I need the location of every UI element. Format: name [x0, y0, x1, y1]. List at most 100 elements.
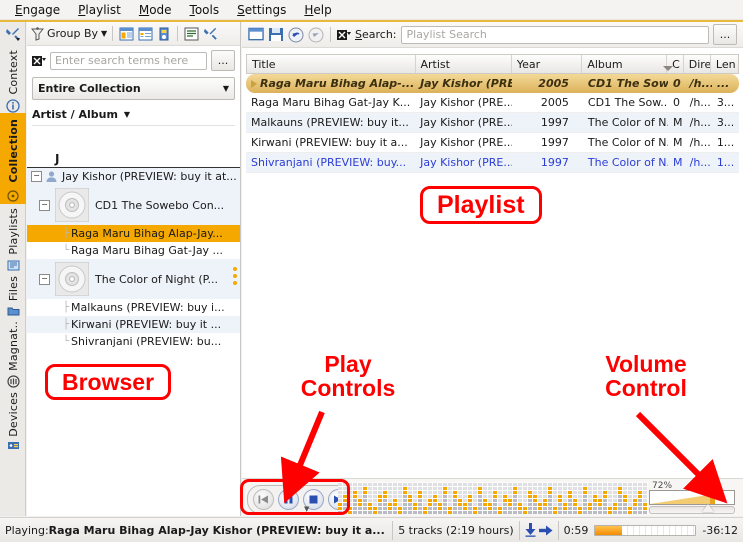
menu-playlist[interactable]: Playlist	[69, 1, 130, 19]
cell-year: 1997	[540, 116, 569, 129]
playlists-icon-wrap	[0, 259, 26, 272]
tree-track-label: Shivranjani (PREVIEW: bu...	[71, 335, 222, 348]
clear-search-icon[interactable]	[32, 54, 46, 68]
tree-item-track[interactable]: └ Shivranjani (PREVIEW: bu...	[27, 333, 240, 350]
view-single-icon[interactable]	[156, 26, 172, 42]
annotation-browser: Browser	[45, 364, 172, 401]
sidebar-item-context[interactable]: Context	[0, 46, 26, 99]
volume-slider-handle[interactable]	[702, 504, 714, 512]
view-list-icon[interactable]	[118, 26, 134, 42]
menu-engage[interactable]: Engage	[6, 1, 69, 19]
save-playlist-icon[interactable]	[268, 27, 284, 43]
menu-help[interactable]: Help	[295, 1, 340, 19]
collection-tree[interactable]: J − Jay Kishor (PREVIEW: buy it at... − …	[27, 150, 240, 365]
column-header-artist[interactable]: Artist	[416, 55, 512, 73]
analyzer-bar	[513, 483, 517, 514]
menu-mode[interactable]: Mode	[130, 1, 181, 19]
now-playing-track: Raga Maru Bihag Alap-Jay Kishor (PREVIEW…	[48, 523, 385, 537]
table-row[interactable]: Raga Maru Bihag Alap-... Jay Kishor (PRE…	[246, 74, 739, 93]
cell-length: 3...	[716, 96, 735, 109]
sidebar-item-magnatune[interactable]: Magnat..	[0, 317, 26, 375]
toolbar-separator	[330, 27, 331, 42]
album-actions-dots[interactable]	[233, 267, 237, 285]
tree-album-label: CD1 The Sowebo Con...	[95, 198, 225, 212]
analyzer-bar	[423, 483, 427, 514]
expand-toggle-icon[interactable]: −	[39, 273, 50, 285]
table-row[interactable]: Malkauns (PREVIEW: buy it... Jay Kishor …	[246, 113, 739, 133]
progress-bar[interactable]	[594, 524, 697, 536]
table-row[interactable]: Shivranjani (PREVIEW: buy... Jay Kishor …	[246, 153, 739, 173]
menu-settings[interactable]: Settings	[228, 1, 295, 19]
view-details-icon[interactable]	[137, 26, 153, 42]
sidebar-item-label: Context	[6, 50, 20, 95]
volume-slider[interactable]	[649, 504, 735, 514]
sidebar-item-devices[interactable]: Devices	[0, 388, 26, 441]
column-header-year[interactable]: Year	[512, 55, 583, 73]
cell-length: 1...	[716, 156, 735, 169]
playlists-icon	[7, 260, 19, 271]
table-row[interactable]: Kirwani (PREVIEW: buy it a... Jay Kishor…	[246, 133, 739, 153]
context-info-icon-wrap	[0, 98, 26, 113]
queue-arrows[interactable]	[520, 520, 559, 540]
forward-arrow-icon[interactable]	[538, 525, 553, 536]
tree-item-track[interactable]: ├ Malkauns (PREVIEW: buy i...	[27, 299, 240, 316]
sidebar-item-collection[interactable]: Collection	[0, 112, 26, 189]
tree-item-track[interactable]: └ Raga Maru Bihag Gat-Jay ...	[27, 242, 240, 259]
tree-item-artist[interactable]: − Jay Kishor (PREVIEW: buy it at...	[27, 168, 240, 185]
download-arrow-icon[interactable]	[525, 523, 536, 537]
undo-icon[interactable]	[288, 27, 304, 43]
track-count-status: 5 tracks (2:19 hours)	[393, 520, 520, 540]
table-row[interactable]: Raga Maru Bihag Gat-Jay K... Jay Kishor …	[246, 93, 739, 113]
cell-title: Shivranjani (PREVIEW: buy...	[251, 156, 407, 169]
analyzer-bar	[458, 483, 462, 514]
cell-artist: Jay Kishor (PRE...	[420, 96, 512, 109]
analyzer-bar	[398, 483, 402, 514]
analyzer-bar	[358, 483, 362, 514]
search-options-button[interactable]: ...	[211, 50, 235, 71]
view-compact-icon[interactable]	[183, 26, 199, 42]
tree-track-label: Raga Maru Bihag Alap-Jay...	[71, 227, 223, 240]
tools-icon[interactable]	[202, 26, 218, 42]
playlist-header-row: Title Artist Year Album C Dire Len	[246, 54, 739, 74]
clear-search-icon[interactable]	[337, 28, 351, 42]
sort-selector[interactable]: Artist / Album ▼	[32, 105, 235, 126]
cell-album: CD1 The Sow...	[587, 77, 669, 90]
column-header-album[interactable]: Album	[582, 55, 668, 73]
annotation-play-controls-line1: Play	[324, 351, 372, 377]
audio-analyzer	[338, 482, 648, 514]
playlist-table: Title Artist Year Album C Dire Len Raga …	[246, 54, 739, 173]
funnel-icon	[31, 26, 44, 41]
playlist-search-options-button[interactable]: ...	[713, 24, 737, 45]
sidebar-item-playlists[interactable]: Playlists	[0, 204, 26, 259]
annotation-arrow-play-controls	[280, 410, 325, 504]
search-input[interactable]: Enter search terms here	[50, 51, 207, 70]
sidebar-item-label: Files	[6, 275, 20, 301]
tree-item-track[interactable]: ├ Kirwani (PREVIEW: buy it ...	[27, 316, 240, 333]
analyzer-bar	[503, 483, 507, 514]
collection-filter-select[interactable]: Entire Collection ▼	[32, 77, 235, 100]
column-header-title[interactable]: Title	[247, 55, 416, 73]
expand-toggle-icon[interactable]: −	[39, 199, 50, 211]
volume-wedge[interactable]	[649, 490, 735, 505]
sidebar-tools-button[interactable]	[0, 22, 25, 46]
browser-search-row: Enter search terms here ...	[27, 46, 240, 73]
group-by-button[interactable]: Group By ▼	[31, 26, 107, 41]
column-header-directory[interactable]: Dire	[684, 55, 711, 73]
analyzer-bar	[493, 483, 497, 514]
tree-item-album[interactable]: − The Color of Night (P...	[27, 259, 240, 299]
cell-album: The Color of N...	[587, 156, 669, 169]
tree-item-track[interactable]: ├ Raga Maru Bihag Alap-Jay...	[27, 225, 240, 242]
playlist-search-input[interactable]: Playlist Search	[400, 25, 709, 44]
now-playing-prefix: Playing:	[5, 523, 49, 537]
new-playlist-icon[interactable]	[248, 27, 264, 43]
sidebar-item-files[interactable]: Files	[0, 272, 26, 305]
analyzer-bar	[528, 483, 532, 514]
redo-icon[interactable]	[308, 27, 324, 43]
tree-item-album[interactable]: − CD1 The Sowebo Con...	[27, 185, 240, 225]
annotation-play-controls: Play Controls	[283, 352, 413, 400]
analyzer-bar	[468, 483, 472, 514]
cell-artist: Jay Kishor (PRE...	[420, 156, 512, 169]
expand-toggle-icon[interactable]: −	[31, 171, 42, 182]
menu-tools[interactable]: Tools	[181, 1, 229, 19]
column-header-length[interactable]: Len	[711, 55, 738, 73]
